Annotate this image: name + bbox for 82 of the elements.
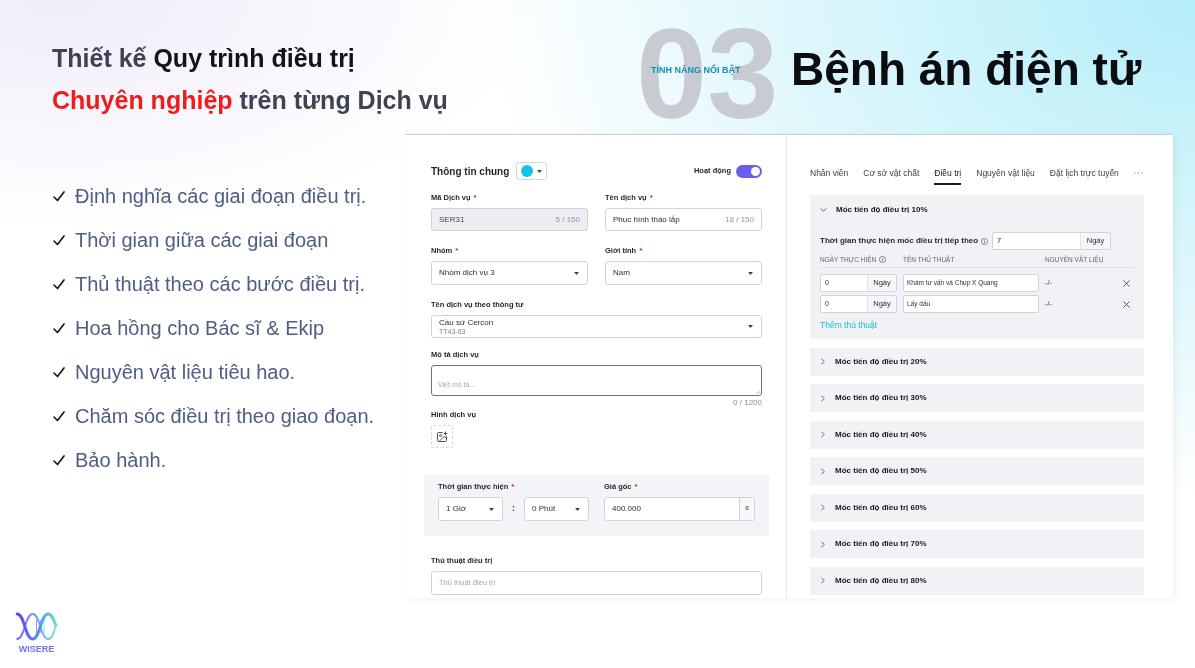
check-icon [53,410,65,422]
chevron-right-icon [821,358,825,365]
feature-text: Chăm sóc điều trị theo giao đoạn. [75,404,375,429]
status-toggle[interactable] [736,164,762,178]
required-mark: * [473,194,477,202]
check-icon [53,190,65,202]
close-icon [1122,300,1130,308]
milestone-header[interactable]: Mốc tiến độ điều trị 70% [810,530,1144,558]
tab[interactable]: Cơ sở vật chất [863,164,920,185]
required-mark: * [649,194,653,202]
tab[interactable]: Đặt lịch trực tuyến [1049,164,1119,185]
required-mark: * [455,247,459,255]
milestone-header[interactable]: Mốc tiến độ điều trị 30% [810,384,1144,412]
chevron-down-icon [820,208,827,212]
select-value: Nam [613,268,630,278]
tab[interactable]: Nguyên vật liệu [976,164,1035,185]
section-title: Thông tin chung [431,164,510,179]
caret-icon [748,325,753,328]
check-icon [53,234,65,246]
field-value: SER31 [439,213,465,226]
milestone-header[interactable]: Mốc tiến độ điều trị 10% [810,195,1144,225]
select-value: Cầu sứ Cercon [439,317,494,327]
remove-button[interactable] [1121,278,1131,288]
field-value: Phục hình tháo lắp [613,213,680,226]
chevron-right-icon [821,504,825,511]
brand-name: WISERE [18,644,55,655]
chevron-right-icon [821,467,825,475]
caret-icon [537,169,543,173]
feature-text: Bảo hành. [75,448,167,473]
time-separator: : [511,502,516,516]
character-counter: 5 / 150 [555,213,580,226]
remove-button[interactable] [1121,299,1131,309]
required-mark: * [634,483,638,491]
check-icon [53,366,65,378]
price-field[interactable]: 400.000 ₫ [604,497,755,521]
select-value: Nhóm dịch vụ 3 [439,268,495,278]
check-icon [53,454,65,466]
milestone-header[interactable]: Mốc tiến độ điều trị 40% [810,420,1144,449]
text-field[interactable]: Phục hình tháo lắp 18 / 150 [605,208,762,231]
select-field[interactable]: 0 Phút [524,497,589,521]
chevron-right-icon [821,540,825,548]
caret-icon [575,507,580,511]
page-title: Bệnh án điện tử [791,46,1142,92]
chevron-right-icon [821,431,825,438]
next-time-label: Thời gian thực hiện mốc điều trị tiếp theo [820,235,979,247]
milestone-header[interactable]: Mốc tiến độ điều trị 20% [810,347,1144,376]
feature-text: Hoa hồng cho Bác sĩ & Ekip [75,316,325,341]
feature-text: Nguyên vật liệu tiêu hao. [75,360,296,385]
chevron-right-icon [821,394,825,402]
character-counter: 0 / 1200 [733,396,762,409]
character-counter: 18 / 150 [725,213,754,226]
select-value: 1 Giờ [446,504,466,514]
feature-text: Định nghĩa các giai đoạn điều trị. [75,184,367,209]
milestone-header[interactable]: Mốc tiến độ điều trị 50% [810,457,1144,485]
caret-icon [748,271,753,275]
check-icon [53,322,65,334]
caret-icon [574,271,579,275]
headline-text: Chuyên nghiệp trên từng Dịch vụ [52,85,448,116]
close-icon [1122,279,1130,287]
currency-addon: ₫ [739,498,754,520]
color-picker-button[interactable] [516,162,548,180]
image-upload-button[interactable] [431,425,453,448]
logo-icon [15,612,58,641]
required-mark: * [511,483,515,491]
chevron-right-icon [821,577,825,584]
caret-icon [489,507,494,511]
select-field[interactable]: Nam [605,261,762,285]
milestone-header[interactable]: Mốc tiến độ điều trị 80% [810,566,1144,595]
feature-text: Thời gian giữa các giai đoạn [75,228,329,253]
headline-text: Thiết kế Quy trình điều trị [52,43,355,74]
field-value: 400.000 [612,503,641,515]
tab[interactable]: Điều trị [934,164,962,185]
select-value: 0 Phút [532,504,556,514]
tab[interactable]: Nhân viên [810,164,849,185]
resize-handle-icon [756,390,760,394]
check-icon [53,278,65,290]
milestone-header[interactable]: Mốc tiến độ điều trị 60% [810,493,1144,522]
select-field[interactable]: Nhóm dịch vụ 3 [431,261,588,285]
image-add-icon [436,430,448,443]
required-mark: * [639,247,643,255]
select-field[interactable]: 1 Giờ [438,497,503,521]
feature-text: Thủ thuật theo các bước điều trị. [75,272,365,297]
